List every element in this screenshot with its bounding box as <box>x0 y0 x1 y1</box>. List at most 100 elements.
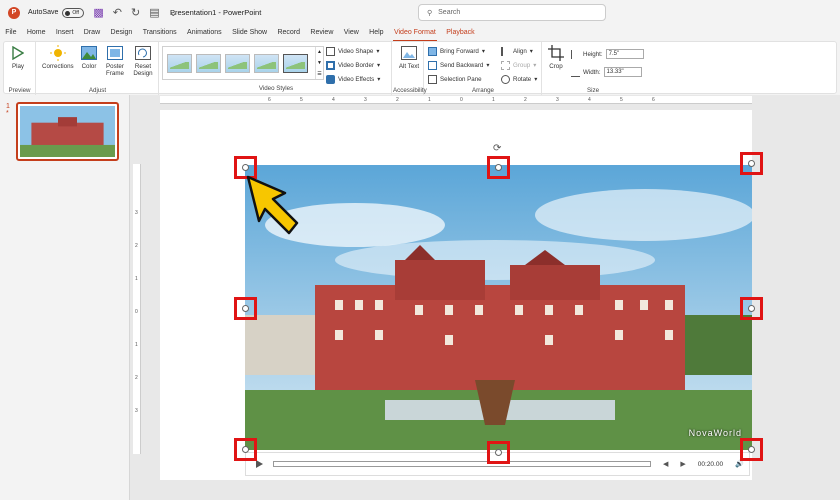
chevron-down-icon: ▾ <box>534 75 538 83</box>
chevron-down-icon[interactable]: ▼ <box>317 60 322 66</box>
send-backward-button[interactable]: Send Backward ▾ <box>428 60 489 70</box>
resize-handle-bottom[interactable] <box>487 441 510 464</box>
color-button[interactable]: Color <box>81 45 97 70</box>
color-label: Color <box>81 63 97 70</box>
selection-pane-label: Selection Pane <box>440 75 482 83</box>
ruler-tick-label: 1 <box>135 276 138 282</box>
effects-icon <box>326 74 335 84</box>
tab-video-format[interactable]: Video Format <box>389 26 441 42</box>
video-styles-gallery[interactable]: ▲ ▼ ☰ <box>162 46 324 80</box>
chevron-down-icon: ▾ <box>377 75 381 83</box>
resize-handle-bottom-left[interactable] <box>234 438 257 461</box>
ruler-tick-label: 2 <box>396 97 399 103</box>
corrections-button[interactable]: Corrections <box>42 45 74 70</box>
slide-number-text: 1 <box>6 103 10 110</box>
tab-draw[interactable]: Draw <box>79 26 106 39</box>
rotate-button[interactable]: Rotate ▾ <box>501 74 537 84</box>
resize-handle-top[interactable] <box>487 156 510 179</box>
ruler-tick-label: 0 <box>460 97 463 103</box>
undo-icon[interactable]: ↶ <box>113 6 122 19</box>
height-input[interactable]: 7.5" <box>605 49 644 59</box>
resize-handle-left[interactable] <box>234 297 257 320</box>
tab-review[interactable]: Review <box>305 26 338 39</box>
autosave-toggle[interactable]: Off <box>62 7 85 18</box>
height-field[interactable]: Height: 7.5" <box>571 49 644 59</box>
handle-dot <box>748 305 755 312</box>
crop-button[interactable]: Crop <box>548 45 564 70</box>
handle-dot <box>748 160 755 167</box>
slide-thumbnail[interactable] <box>16 102 119 161</box>
resize-handle-right[interactable] <box>740 297 763 320</box>
chevron-up-icon[interactable]: ▲ <box>317 49 322 55</box>
volume-icon[interactable]: 🔊 <box>735 460 744 468</box>
video-object[interactable]: NovaWorld <box>245 165 752 450</box>
corrections-label: Corrections <box>42 63 74 70</box>
group-button[interactable]: Group ▾ <box>501 60 536 70</box>
reset-design-button[interactable]: Reset Design <box>131 45 155 77</box>
play-icon[interactable] <box>256 460 263 468</box>
group-label-adjust: Adjust <box>88 87 107 94</box>
tab-design[interactable]: Design <box>105 26 137 39</box>
video-style-thumb[interactable] <box>167 53 192 73</box>
sun-icon <box>49 45 66 61</box>
poster-frame-button[interactable]: Poster Frame <box>104 45 126 77</box>
presentation-icon[interactable]: ▤ <box>149 6 159 19</box>
video-shape-button[interactable]: Video Shape ▾ <box>326 46 379 56</box>
width-field[interactable]: Width: 13.33" <box>571 67 642 77</box>
chevron-down-icon: ▾ <box>376 47 380 55</box>
more-icon[interactable]: ☰ <box>317 71 321 77</box>
tab-slide-show[interactable]: Slide Show <box>227 26 272 39</box>
video-style-thumb[interactable] <box>225 53 250 73</box>
rotate-handle-icon[interactable]: ⟳ <box>493 143 501 154</box>
alt-text-label: Alt Text <box>398 63 420 70</box>
resize-handle-bottom-right[interactable] <box>740 438 763 461</box>
width-label: Width: <box>583 68 601 76</box>
tab-animations[interactable]: Animations <box>182 26 227 39</box>
step-back-icon[interactable]: ◀ <box>663 460 668 468</box>
ribbon: Play Preview Corrections Color Poster Fr… <box>3 41 837 95</box>
tab-insert[interactable]: Insert <box>51 26 79 39</box>
tab-file[interactable]: File <box>0 26 22 39</box>
video-timeline[interactable] <box>273 461 651 467</box>
tab-help[interactable]: Help <box>364 26 389 39</box>
tab-playback[interactable]: Playback <box>441 26 480 39</box>
ruler-tick-label: 0 <box>135 309 138 315</box>
video-style-thumb[interactable] <box>254 53 279 73</box>
search-placeholder: Search <box>438 9 461 16</box>
redo-icon[interactable]: ↻ <box>131 6 140 19</box>
save-icon[interactable]: ▩ <box>93 6 103 19</box>
group-preview: Play Preview <box>4 42 36 95</box>
video-style-thumb[interactable] <box>283 53 308 73</box>
gallery-scroll[interactable]: ▲ ▼ ☰ <box>315 47 323 79</box>
group-label-arrange: Arrange <box>471 87 494 94</box>
handle-dot <box>495 449 502 456</box>
width-input[interactable]: 13.33" <box>603 67 642 77</box>
height-icon <box>571 49 580 59</box>
tab-view[interactable]: View <box>339 26 364 39</box>
tab-transitions[interactable]: Transitions <box>138 26 182 39</box>
search-box[interactable]: ⚲ Search <box>418 4 606 21</box>
autosave-control[interactable]: AutoSave Off <box>28 7 85 18</box>
video-border-button[interactable]: Video Border ▾ <box>326 60 380 70</box>
ruler-tick-label: 1 <box>428 97 431 103</box>
play-button[interactable]: Play <box>10 45 26 70</box>
thumbnail-image <box>20 106 115 157</box>
vertical-ruler: 3 2 1 0 1 2 3 <box>133 164 141 454</box>
bring-forward-label: Bring Forward <box>440 47 479 55</box>
powerpoint-logo-icon: P <box>8 6 20 19</box>
alt-text-button[interactable]: Alt Text <box>398 45 420 70</box>
align-button[interactable]: Align ▾ <box>501 46 533 56</box>
bring-forward-button[interactable]: Bring Forward ▾ <box>428 46 485 56</box>
crop-icon <box>548 45 564 61</box>
document-title: Presentation1 - PowerPoint <box>170 8 262 17</box>
tab-record[interactable]: Record <box>272 26 305 39</box>
video-effects-button[interactable]: Video Effects ▾ <box>326 74 380 84</box>
color-picture-icon <box>81 45 97 61</box>
ruler-tick-label: 4 <box>332 97 335 103</box>
resize-handle-top-right[interactable] <box>740 152 763 175</box>
selection-pane-button[interactable]: Selection Pane <box>428 74 482 84</box>
step-forward-icon[interactable]: ▶ <box>680 460 685 468</box>
tab-home[interactable]: Home <box>22 26 51 39</box>
ruler-tick-label: 3 <box>364 97 367 103</box>
video-style-thumb[interactable] <box>196 53 221 73</box>
